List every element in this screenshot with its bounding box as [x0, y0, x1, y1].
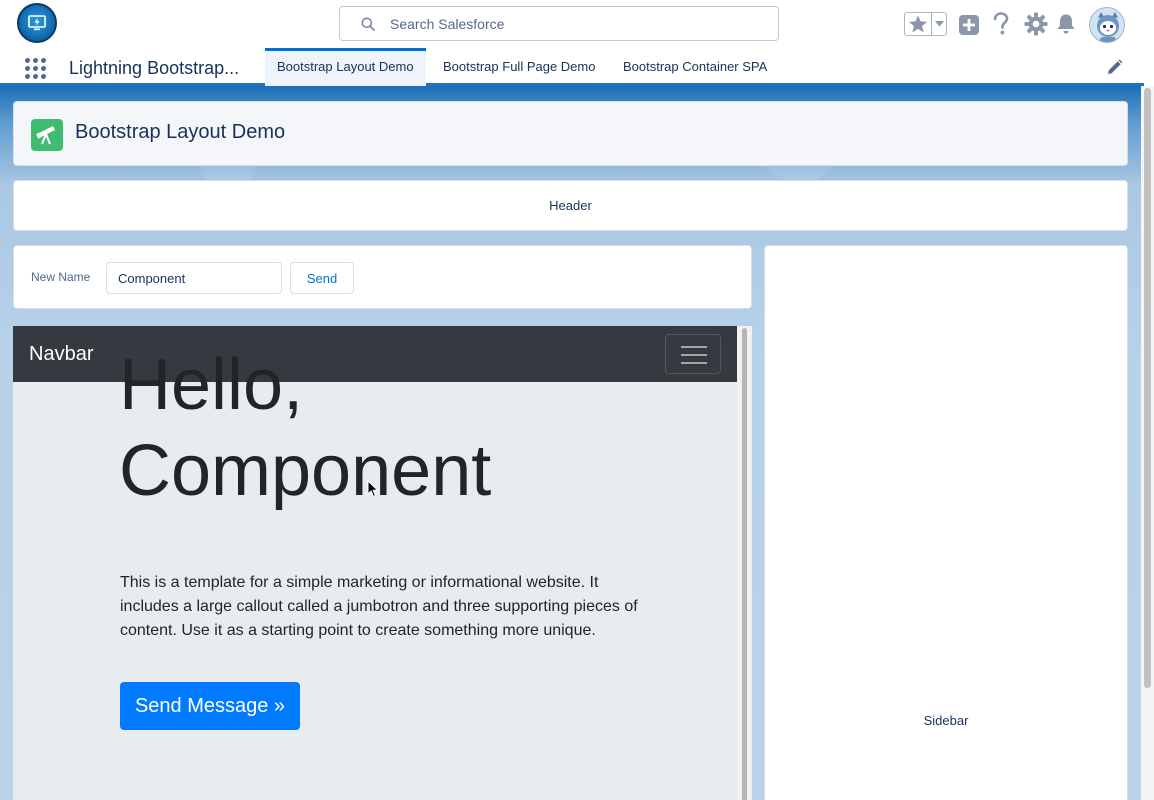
name-form-card: New Name Send: [13, 245, 752, 309]
app-name: Lightning Bootstrap...: [69, 58, 240, 78]
bootstrap-component-frame: Navbar Hello, Component This is a templa…: [13, 326, 752, 800]
heading-line-1: Hello,: [119, 345, 304, 425]
new-name-input[interactable]: [106, 262, 282, 294]
favorites-divider: [931, 13, 932, 35]
frame-scrollbar-thumb[interactable]: [742, 328, 747, 800]
favorites-star-icon[interactable]: [907, 14, 929, 34]
page-content-area: Bootstrap Layout Demo Header New Name Se…: [0, 86, 1141, 800]
tab-bootstrap-container-spa[interactable]: Bootstrap Container SPA: [611, 48, 779, 86]
search-input[interactable]: [390, 7, 770, 40]
hamburger-icon-bar: [681, 354, 707, 356]
new-name-label: New Name: [31, 270, 91, 284]
page-scrollbar-thumb[interactable]: [1144, 88, 1151, 688]
hamburger-icon-bar: [681, 362, 707, 364]
header-region: Header: [13, 180, 1128, 231]
sidebar-region: Sidebar: [764, 245, 1128, 800]
telescope-icon: [31, 119, 63, 151]
frame-scrollbar[interactable]: [737, 326, 752, 800]
setup-gear-icon[interactable]: [1024, 12, 1048, 36]
user-avatar[interactable]: [1089, 7, 1125, 43]
sidebar-label: Sidebar: [923, 713, 969, 728]
help-icon[interactable]: [992, 12, 1010, 36]
heading-line-2: Component: [119, 431, 492, 511]
hamburger-icon: [681, 346, 707, 348]
page-header: Bootstrap Layout Demo: [13, 101, 1128, 166]
send-button[interactable]: Send: [290, 262, 354, 294]
app-navigation-bar: Lightning Bootstrap... Bootstrap Layout …: [0, 48, 1144, 86]
global-add-icon[interactable]: [958, 14, 980, 36]
tab-bootstrap-layout-demo[interactable]: Bootstrap Layout Demo: [265, 48, 426, 86]
tab-label: Bootstrap Layout Demo: [277, 59, 414, 74]
tab-bootstrap-full-page-demo[interactable]: Bootstrap Full Page Demo: [431, 48, 607, 86]
page-scrollbar[interactable]: [1141, 86, 1154, 800]
global-search[interactable]: [339, 6, 779, 41]
app-launcher-waffle-icon[interactable]: [25, 58, 47, 80]
notifications-bell-icon[interactable]: [1056, 13, 1076, 35]
tab-label: Bootstrap Full Page Demo: [443, 59, 596, 74]
tab-label: Bootstrap Container SPA: [623, 59, 768, 74]
app-logo-icon[interactable]: [17, 3, 57, 43]
navbar-brand[interactable]: Navbar: [29, 343, 93, 366]
favorites-button-group[interactable]: [904, 12, 947, 36]
send-message-button[interactable]: Send Message »: [120, 682, 300, 730]
jumbotron-text: This is a template for a simple marketin…: [120, 574, 638, 639]
jumbotron-heading: Hello, Component: [119, 342, 679, 514]
mouse-cursor-icon: [367, 480, 379, 498]
global-header: [0, 0, 1154, 48]
favorites-chevron-icon[interactable]: [934, 20, 945, 28]
search-icon: [361, 17, 375, 31]
page-title: Bootstrap Layout Demo: [75, 121, 286, 143]
edit-nav-pencil-icon[interactable]: [1106, 59, 1123, 76]
astro-avatar-icon: [1097, 12, 1119, 42]
header-label: Header: [549, 198, 592, 213]
